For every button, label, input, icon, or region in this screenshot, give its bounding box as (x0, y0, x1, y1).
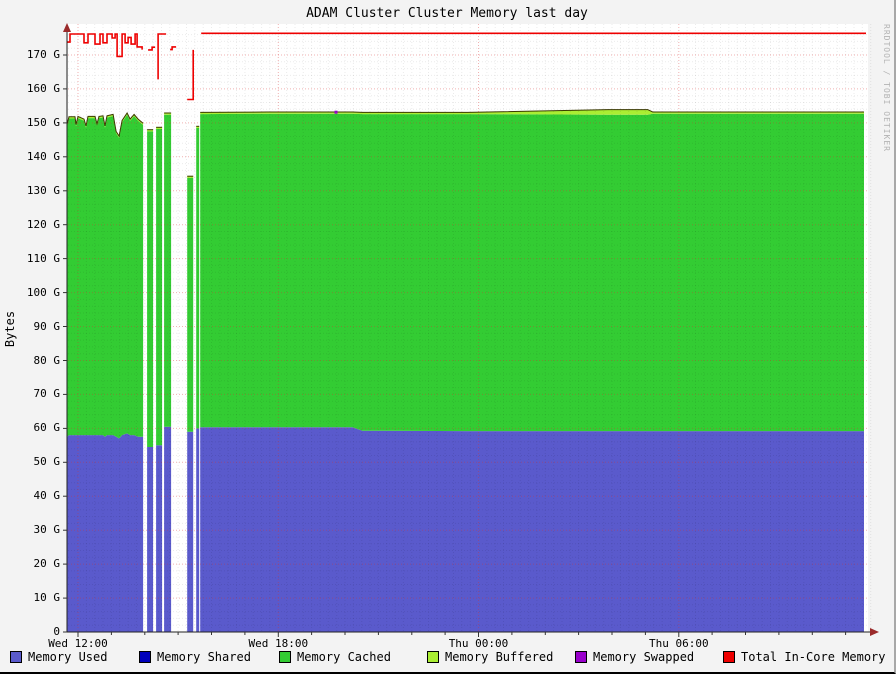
legend-item: Memory Shared (139, 651, 251, 663)
legend-swatch (575, 651, 587, 663)
y-tick-label: 30 G (33, 523, 61, 537)
legend-label: Memory Used (28, 650, 108, 664)
memory-cached-area (196, 128, 200, 429)
legend-swatch (723, 651, 735, 663)
memory-used-area (187, 431, 194, 632)
y-tick-label: 130 G (26, 183, 60, 197)
legend-label: Memory Cached (297, 650, 391, 664)
y-tick-label: 140 G (26, 149, 60, 163)
legend-swatch (427, 651, 439, 663)
y-tick-label: 170 G (26, 48, 60, 61)
y-tick-label: 50 G (33, 455, 61, 469)
x-tick-label: Thu 00:00 (448, 637, 509, 650)
y-tick-label: 60 G (33, 421, 61, 435)
memory-cached-area (147, 131, 154, 447)
legend-item: Memory Buffered (427, 651, 553, 663)
legend-label: Memory Shared (157, 650, 251, 664)
plot-area (63, 23, 879, 637)
y-tick-label: 10 G (33, 591, 61, 605)
y-tick-label: 160 G (26, 81, 60, 95)
legend-label: Total In-Core Memory (741, 650, 886, 664)
legend-swatch (139, 651, 151, 663)
memory-graph-image: ADAM Cluster Cluster Memory last day Byt… (0, 0, 896, 674)
y-tick-label: 90 G (33, 319, 61, 333)
memory-cached-area (187, 177, 194, 432)
x-tick-label: Thu 06:00 (648, 637, 709, 650)
y-tick-label: 40 G (33, 489, 61, 503)
memory-cached-area (156, 129, 163, 446)
y-tick-label: 70 G (33, 387, 61, 401)
x-axis-arrow (870, 628, 879, 636)
legend-item: Total In-Core Memory (723, 651, 886, 663)
legend-item: Memory Used (10, 651, 107, 663)
y-tick-label: 80 G (33, 353, 61, 367)
memory-used-area (164, 426, 172, 632)
memory-used-area (147, 447, 154, 632)
y-tick-label: 110 G (26, 251, 60, 265)
legend-label: Memory Swapped (593, 650, 695, 664)
y-tick-label: 150 G (26, 115, 60, 129)
y-tick-label: 120 G (26, 217, 60, 231)
memory-used-area (67, 433, 144, 632)
legend-label: Memory Buffered (445, 650, 554, 664)
y-tick-label: 100 G (26, 285, 60, 299)
legend-item: Memory Cached (279, 651, 391, 663)
legend-item: Memory Swapped (575, 651, 694, 663)
x-tick-label: Wed 12:00 (48, 637, 108, 650)
legend-swatch (10, 651, 22, 663)
x-tick-label: Wed 18:00 (248, 637, 309, 650)
y-tick-label: 20 G (33, 557, 61, 571)
legend-swatch (279, 651, 291, 663)
memory-used-area (200, 427, 864, 632)
